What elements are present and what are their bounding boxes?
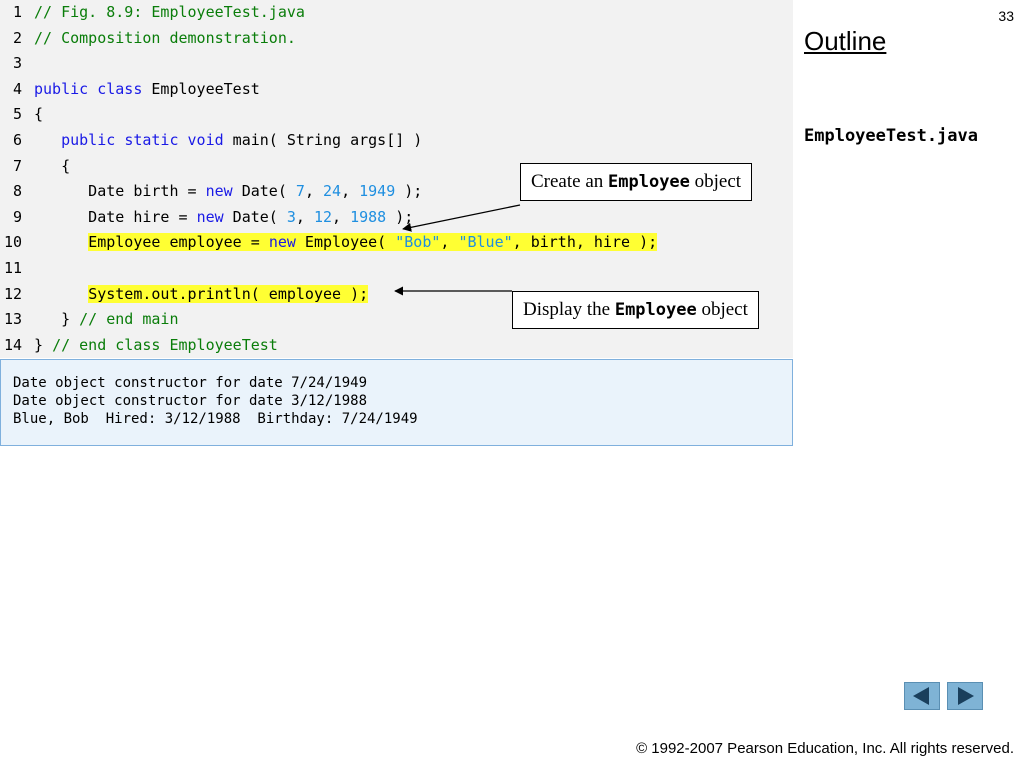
next-slide-button[interactable] [947, 682, 983, 710]
prev-icon [913, 687, 929, 705]
callout-arrows [394, 204, 521, 296]
create-arrow [402, 204, 521, 232]
prev-slide-button[interactable] [904, 682, 940, 710]
next-icon [958, 687, 974, 705]
copyright-notice: © 1992-2007 Pearson Education, Inc. All … [636, 740, 1014, 757]
